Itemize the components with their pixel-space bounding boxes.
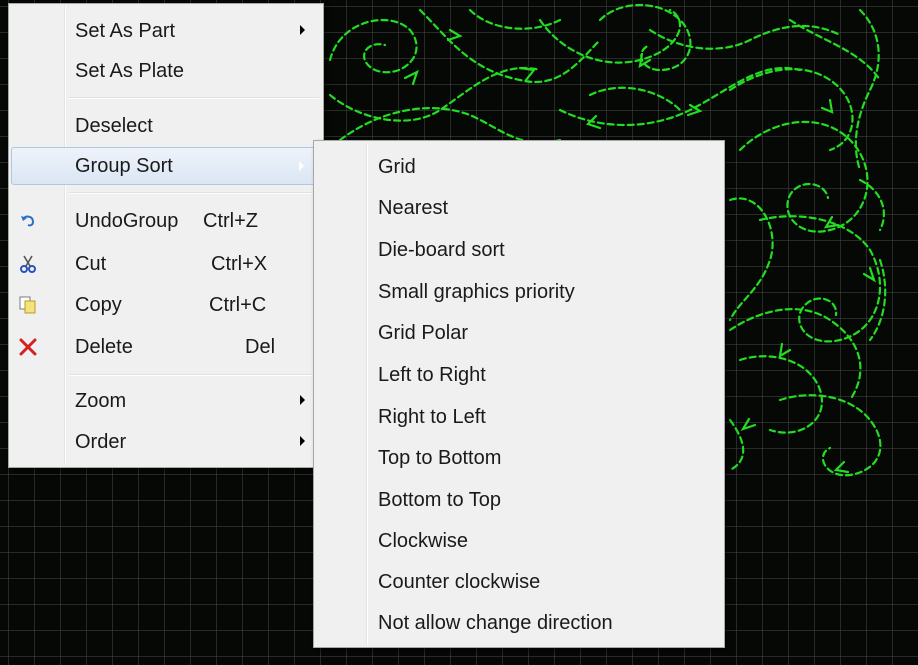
menu-separator bbox=[69, 97, 319, 99]
submenu-arrow-icon bbox=[299, 161, 304, 171]
submenu-item-label: Not allow change direction bbox=[378, 612, 613, 634]
menu-separator bbox=[69, 192, 319, 194]
menu-item-shortcut: Ctrl+X bbox=[211, 253, 268, 275]
menu-item-shortcut: Ctrl+Z bbox=[203, 210, 258, 232]
submenu-arrow-icon bbox=[300, 25, 305, 35]
submenu-item-right-to-left[interactable]: Right to Left bbox=[316, 397, 722, 437]
submenu-item-die-board-sort[interactable]: Die-board sort bbox=[316, 230, 722, 270]
submenu-item-label: Clockwise bbox=[378, 530, 469, 552]
undo-icon bbox=[21, 215, 35, 227]
menu-item-deselect[interactable]: Deselect bbox=[11, 107, 321, 145]
menu-item-set-as-plate[interactable]: Set As Plate bbox=[11, 52, 321, 90]
menu-item-label: Set As Plate bbox=[75, 60, 184, 82]
submenu-item-label: Bottom to Top bbox=[378, 489, 502, 511]
submenu-item-grid-polar[interactable]: Grid Polar bbox=[316, 313, 722, 353]
submenu-item-label: Small graphics priority bbox=[378, 281, 575, 303]
menu-item-group-sort[interactable]: Group Sort bbox=[11, 147, 321, 185]
menu-separator bbox=[69, 374, 319, 376]
menu-item-delete[interactable]: Delete Del bbox=[11, 328, 321, 366]
menu-item-label: Deselect bbox=[75, 115, 153, 137]
menu-item-zoom[interactable]: Zoom bbox=[11, 382, 321, 420]
copy-icon bbox=[19, 296, 36, 314]
submenu-item-top-to-bottom[interactable]: Top to Bottom bbox=[316, 438, 722, 478]
submenu-item-small-graphics-priority[interactable]: Small graphics priority bbox=[316, 272, 722, 312]
menu-item-cut[interactable]: Cut Ctrl+X bbox=[11, 245, 321, 283]
submenu-item-left-to-right[interactable]: Left to Right bbox=[316, 355, 722, 395]
menu-item-undogroup[interactable]: UndoGroup Ctrl+Z bbox=[11, 202, 321, 240]
submenu-item-label: Die-board sort bbox=[378, 239, 505, 261]
submenu-item-label: Nearest bbox=[378, 197, 449, 219]
submenu-arrow-icon bbox=[300, 436, 305, 446]
menu-item-copy[interactable]: Copy Ctrl+C bbox=[11, 286, 321, 324]
submenu-item-label: Top to Bottom bbox=[378, 447, 502, 469]
delete-x-icon bbox=[19, 338, 37, 356]
menu-item-label: Copy bbox=[75, 294, 122, 316]
scissors-icon bbox=[20, 255, 36, 273]
context-menu: Set As Part Set As Plate Deselect Group … bbox=[8, 3, 324, 468]
submenu-item-grid[interactable]: Grid bbox=[316, 147, 722, 187]
submenu-item-label: Grid bbox=[378, 156, 416, 178]
menu-item-label: Group Sort bbox=[75, 155, 173, 177]
submenu-item-counter-clockwise[interactable]: Counter clockwise bbox=[316, 562, 722, 602]
menu-item-label: Zoom bbox=[75, 390, 127, 412]
submenu-item-not-allow-change-direction[interactable]: Not allow change direction bbox=[316, 603, 722, 643]
submenu-item-label: Grid Polar bbox=[378, 322, 469, 344]
submenu-item-clockwise[interactable]: Clockwise bbox=[316, 521, 722, 561]
menu-item-shortcut: Del bbox=[245, 336, 276, 358]
group-sort-submenu: Grid Nearest Die-board sort Small graphi… bbox=[313, 140, 725, 648]
submenu-item-bottom-to-top[interactable]: Bottom to Top bbox=[316, 480, 722, 520]
menu-item-label: Order bbox=[75, 431, 127, 453]
submenu-item-nearest[interactable]: Nearest bbox=[316, 188, 722, 228]
submenu-item-label: Counter clockwise bbox=[378, 571, 541, 593]
menu-item-label: Set As Part bbox=[75, 20, 176, 42]
menu-item-label: UndoGroup bbox=[75, 210, 179, 232]
menu-item-label: Delete bbox=[75, 336, 133, 358]
menu-item-label: Cut bbox=[75, 253, 107, 275]
submenu-arrow-icon bbox=[300, 395, 305, 405]
menu-item-shortcut: Ctrl+C bbox=[209, 294, 267, 316]
menu-item-order[interactable]: Order bbox=[11, 423, 321, 461]
menu-item-set-as-part[interactable]: Set As Part bbox=[11, 12, 321, 50]
submenu-item-label: Left to Right bbox=[378, 364, 486, 386]
submenu-item-label: Right to Left bbox=[378, 406, 486, 428]
